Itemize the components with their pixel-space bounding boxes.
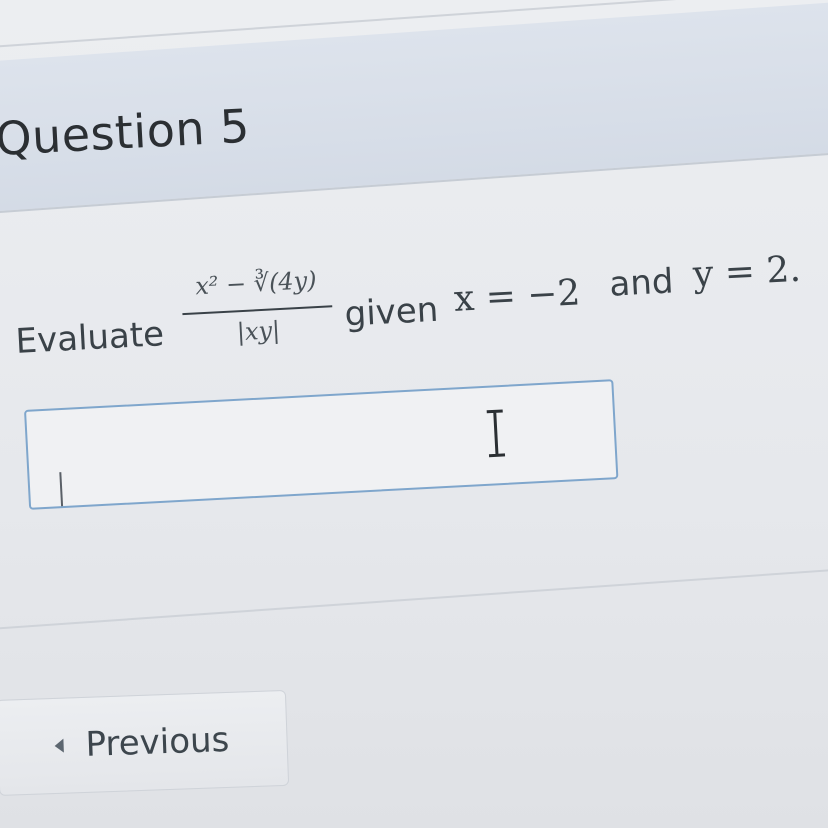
question-prompt: Evaluate x² − ∛(4y) |xy| given x = −2 an… xyxy=(12,229,828,392)
y-condition: y = 2. xyxy=(692,248,802,296)
page: Question 5 Evaluate x² − ∛(4y) |xy| give… xyxy=(0,0,828,828)
answer-input[interactable] xyxy=(24,379,619,510)
prompt-lead: Evaluate xyxy=(14,314,166,362)
text-caret xyxy=(59,472,64,507)
math-fraction: x² − ∛(4y) |xy| xyxy=(180,265,335,373)
fraction-denominator: |xy| xyxy=(236,316,281,347)
prompt-given: given xyxy=(343,289,440,335)
x-condition: x = −2 xyxy=(452,272,582,320)
prompt-and: and xyxy=(608,261,675,305)
previous-button[interactable]: Previous xyxy=(0,689,290,796)
ibeam-cursor-icon xyxy=(486,409,506,458)
section-divider xyxy=(0,565,828,630)
chevron-left-icon xyxy=(54,738,64,753)
previous-label: Previous xyxy=(84,719,230,765)
fraction-numerator: x² − ∛(4y) xyxy=(194,266,318,301)
